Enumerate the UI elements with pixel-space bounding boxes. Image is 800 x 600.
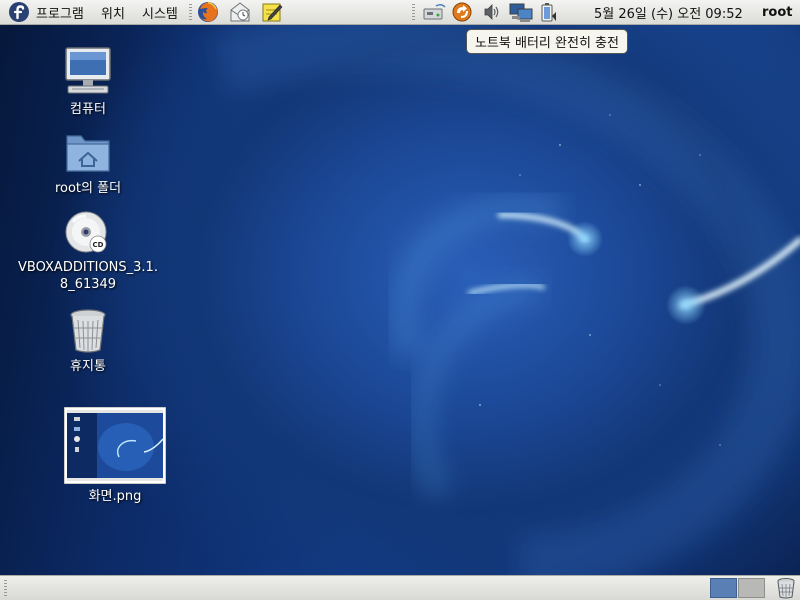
trash-icon[interactable] — [775, 577, 797, 599]
firefox-icon[interactable] — [197, 1, 219, 23]
workspace-2[interactable] — [738, 578, 765, 598]
menu-label: 프로그램 — [36, 6, 84, 22]
panel-separator[interactable] — [412, 4, 415, 20]
volume-icon[interactable] — [481, 2, 501, 22]
image-thumbnail-icon — [64, 407, 166, 484]
panel-separator[interactable] — [4, 580, 7, 596]
panel-separator[interactable] — [189, 4, 192, 20]
network-icon[interactable] — [422, 2, 446, 22]
mail-icon[interactable] — [229, 1, 251, 23]
desktop-icon-computer[interactable]: 컴퓨터 — [23, 45, 153, 118]
desktop-icon-trash[interactable]: 휴지통 — [23, 308, 153, 375]
desktop-icon-home-folder[interactable]: root의 폴더 — [23, 128, 153, 197]
main-menu-button[interactable] — [8, 0, 30, 24]
tooltip-text: 노트북 배터리 완전히 충전 — [475, 36, 619, 51]
desktop-icon-image-file[interactable]: 화면.png — [50, 407, 180, 505]
svg-text:CD: CD — [93, 241, 104, 249]
menu-applications[interactable]: 프로그램 — [36, 0, 84, 24]
update-icon[interactable] — [452, 2, 472, 22]
fedora-logo-icon — [9, 2, 29, 22]
workspace-1[interactable] — [710, 578, 737, 598]
desktop-icon-label: root의 폴더 — [54, 181, 122, 196]
battery-icon[interactable] — [539, 2, 559, 22]
menu-places[interactable]: 위치 — [101, 0, 125, 24]
user-menu[interactable]: root — [762, 0, 793, 24]
top-panel: 프로그램 위치 시스템 5월 26일 (수) 오전 09:52 root — [0, 0, 800, 25]
clock-label: 5월 26일 (수) 오전 09:52 — [594, 6, 743, 22]
desktop-icon-label: 화면.png — [88, 489, 142, 504]
desktop[interactable]: 컴퓨터 root의 폴더 CD VBOXADDITIONS_3.1.8_6134… — [0, 25, 800, 575]
user-name: root — [762, 4, 793, 20]
desktop-icon-cd[interactable]: CD VBOXADDITIONS_3.1.8_61349 — [18, 209, 158, 293]
desktop-icon-label: 컴퓨터 — [70, 102, 106, 117]
menu-label: 위치 — [101, 6, 125, 22]
computer-icon — [65, 47, 111, 94]
desktop-icon-label: VBOXADDITIONS_3.1.8_61349 — [18, 260, 158, 292]
home-folder-icon — [66, 135, 110, 172]
bottom-panel — [0, 575, 800, 600]
notes-icon[interactable] — [261, 1, 283, 23]
menu-system[interactable]: 시스템 — [142, 0, 178, 24]
clock[interactable]: 5월 26일 (수) 오전 09:52 — [594, 0, 743, 24]
network-connection-icon[interactable] — [509, 2, 533, 22]
battery-tooltip: 노트북 배터리 완전히 충전 — [466, 29, 628, 54]
cd-icon: CD — [65, 211, 107, 253]
trash-icon — [70, 309, 106, 353]
desktop-icon-label: 휴지통 — [70, 359, 106, 374]
menu-label: 시스템 — [142, 6, 178, 22]
